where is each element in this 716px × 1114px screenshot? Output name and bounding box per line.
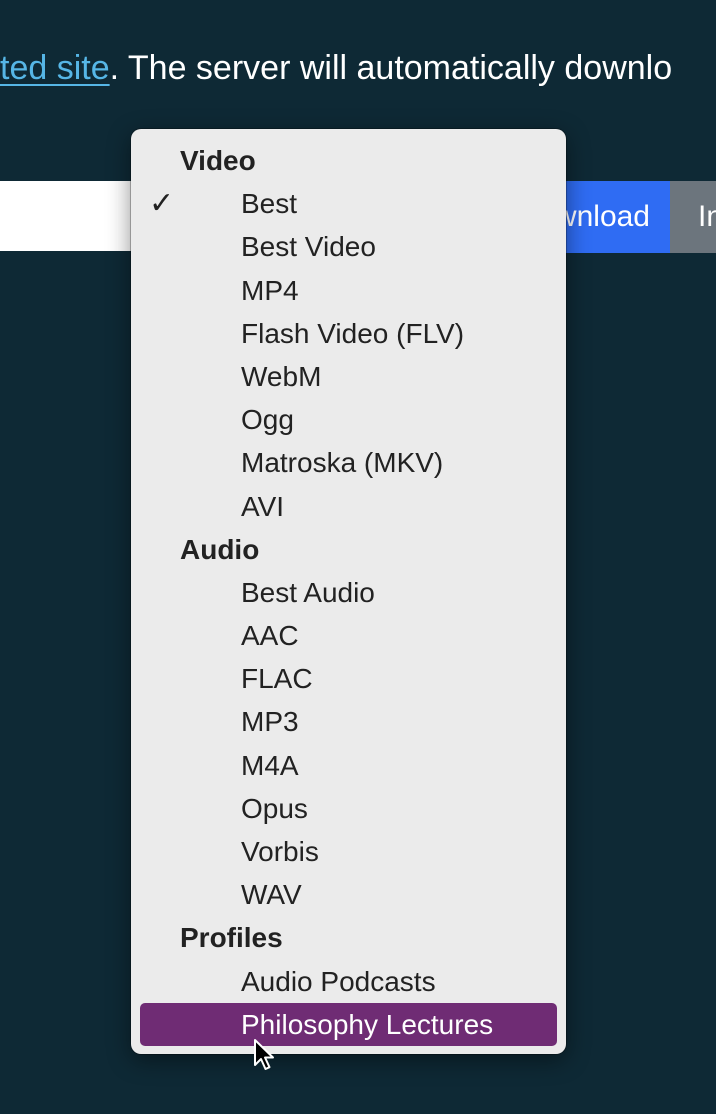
menu-option[interactable]: WAV [131,873,566,916]
menu-group-header: Audio [180,533,260,565]
menu-option[interactable]: Flash Video (FLV) [131,312,566,355]
menu-group-header: Profiles [180,922,283,954]
menu-option-label: Best [241,188,298,220]
format-dropdown-menu[interactable]: Video Best ✓ Best Video MP4 Flash Video (FLV)… [131,129,566,1054]
info-button[interactable]: Info [670,181,716,253]
menu-option[interactable]: M4A [131,744,566,787]
menu-option[interactable]: Philosophy Lectures [140,1002,557,1046]
menu-option-label: FLAC [241,663,313,695]
menu-option-label: Flash Video (FLV) [241,317,465,349]
menu-option-label: AVI [241,490,285,522]
checkmark-icon: ✓ [149,187,175,221]
menu-option-label: Ogg [241,404,294,436]
menu-option-label: WAV [241,879,302,911]
menu-option[interactable]: Audio Podcasts [131,960,566,1003]
menu-option-label: Philosophy Lectures [241,1008,494,1040]
menu-option-label: Vorbis [241,836,319,867]
menu-option[interactable]: MP3 [131,700,566,743]
menu-option[interactable]: Opus [131,787,566,830]
menu-group-header: Video [180,145,256,176]
menu-option-label: MP4 [241,274,299,306]
menu-option[interactable]: FLAC [131,657,566,700]
menu-option[interactable]: AVI [131,485,566,528]
menu-option-label: Opus [241,792,308,824]
menu-option[interactable]: AAC [131,614,566,657]
menu-option-label: Matroska (MKV) [241,447,444,479]
menu-option[interactable]: WebM [131,355,566,398]
supported-sites-link[interactable]: ted site [0,49,110,87]
menu-option-label: M4A [241,749,299,781]
intro-text-rest: . The server will automatically downlo [109,49,673,87]
menu-option[interactable]: Best Video [131,225,566,268]
menu-option[interactable]: Matroska (MKV) [131,441,566,484]
intro-text: ted site. The server will automatically … [0,46,672,90]
arrow-cursor-icon [254,1039,274,1070]
menu-option-label: WebM [241,360,322,392]
menu-option-label: AAC [241,620,299,652]
menu-option[interactable]: Best ✓ [131,182,566,225]
menu-option[interactable]: Vorbis [131,830,566,873]
menu-option-label: Audio Podcasts [241,965,436,997]
menu-option-label: MP3 [241,706,299,738]
menu-option[interactable]: Ogg [131,398,566,441]
menu-option-label: Best Audio [241,576,375,608]
menu-option[interactable]: MP4 [131,269,566,312]
menu-option-label: Best Video [241,231,376,263]
menu-option[interactable]: Best Audio [131,571,566,614]
